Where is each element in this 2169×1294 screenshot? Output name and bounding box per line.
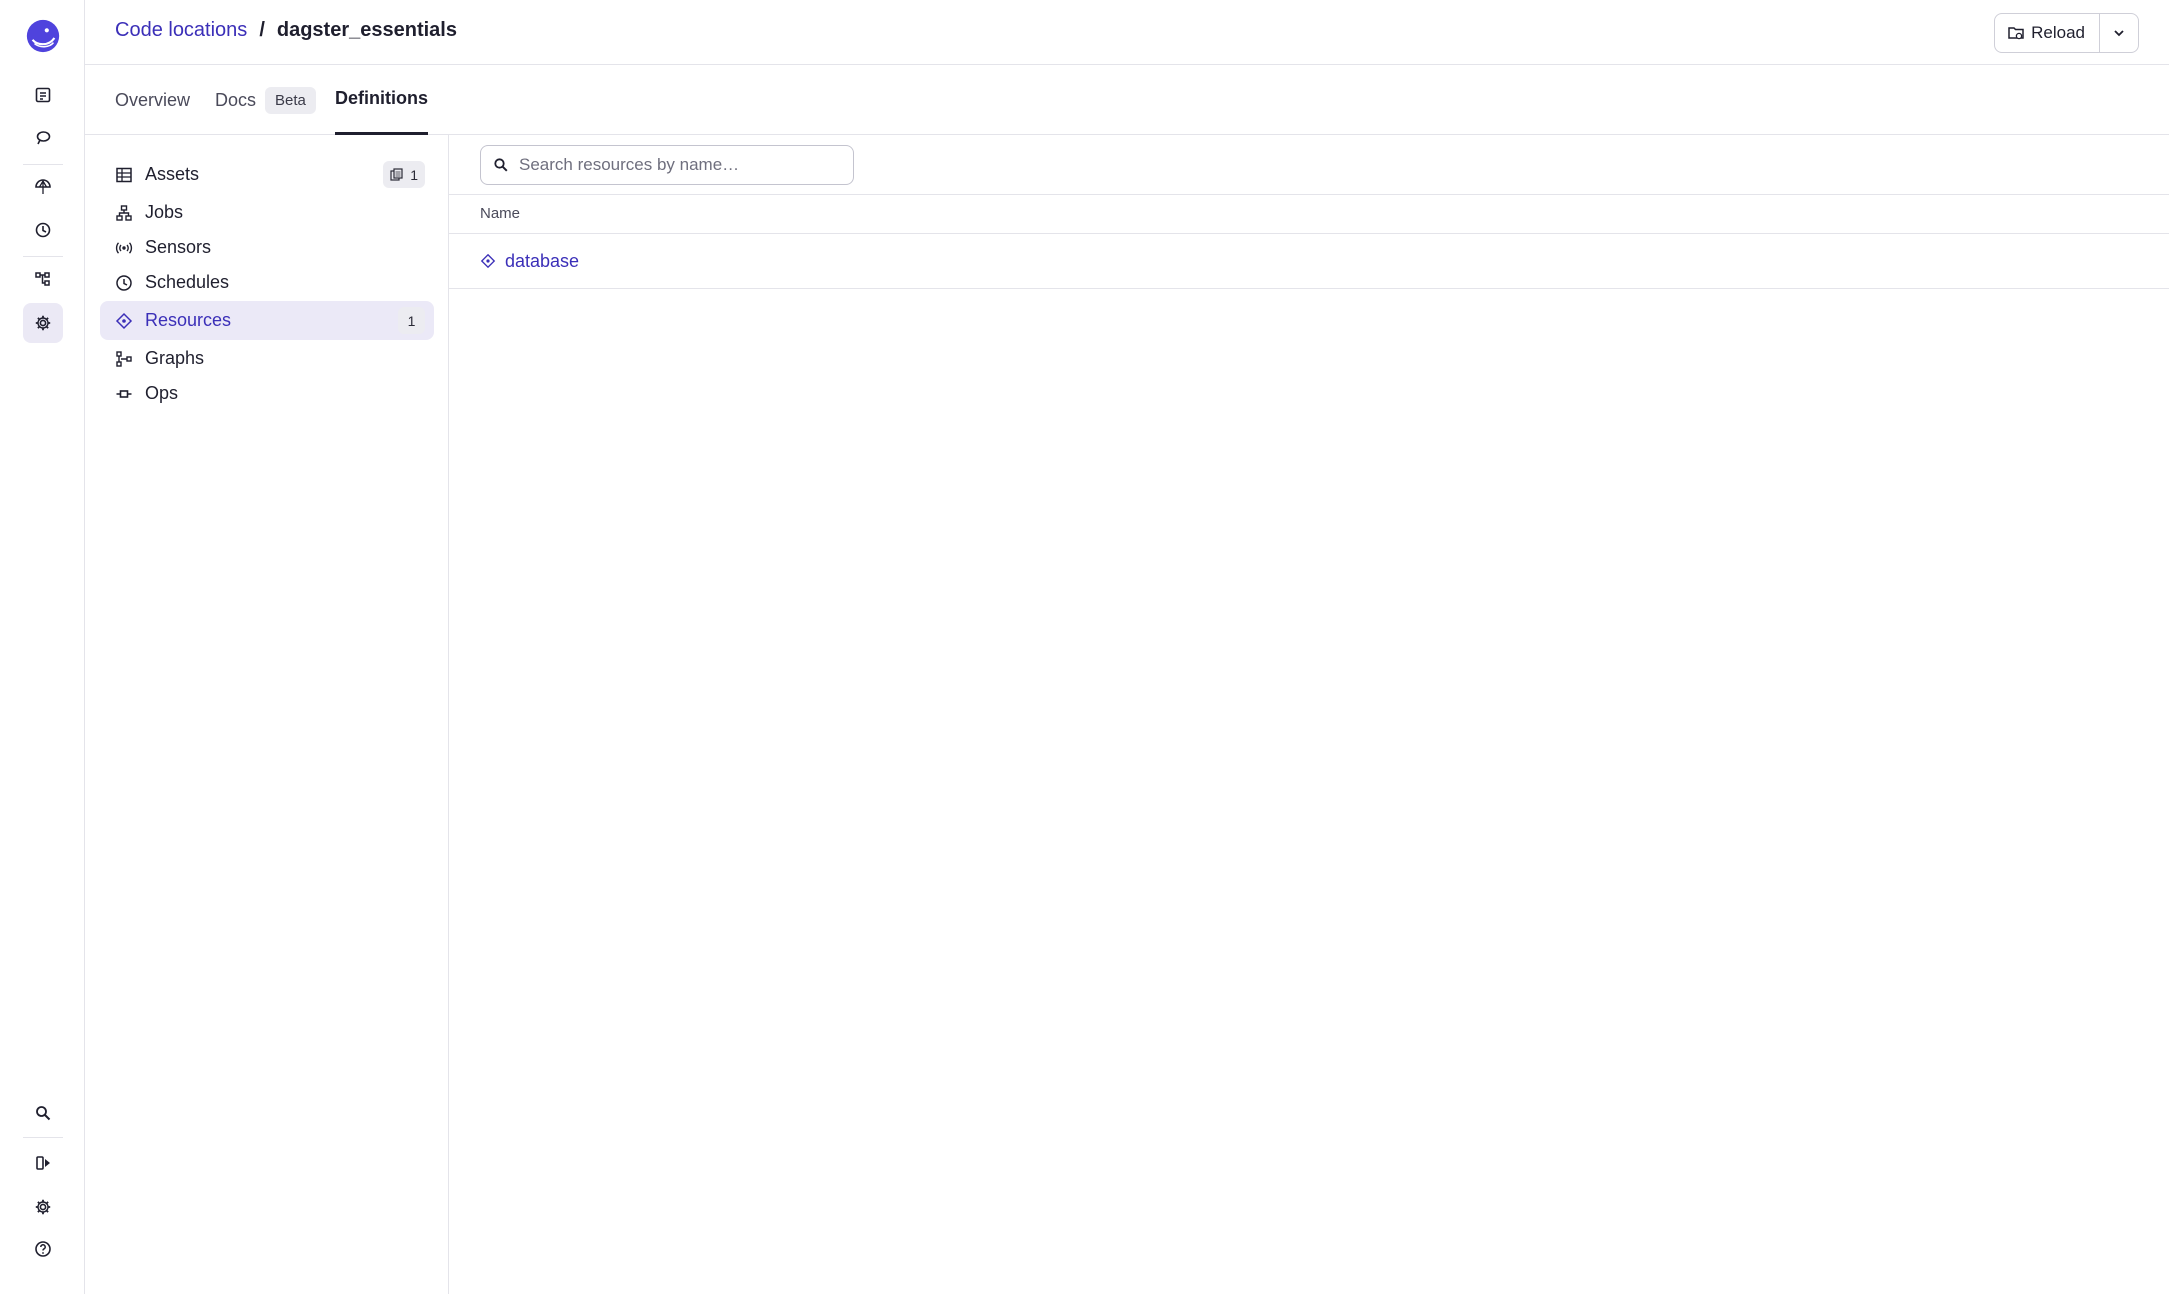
- sidebar-item-label: Schedules: [145, 272, 230, 292]
- sensor-icon: [115, 239, 133, 257]
- sidebar-item-assets[interactable]: Assets 1: [100, 155, 434, 194]
- assets-count-badge: 1: [383, 161, 425, 188]
- settings-gear-icon[interactable]: [23, 1187, 63, 1227]
- search-icon[interactable]: [23, 1093, 63, 1133]
- runs-nav-icon[interactable]: [23, 118, 63, 158]
- table-divider: [449, 194, 2169, 195]
- rail-divider: [23, 164, 63, 165]
- help-icon[interactable]: [23, 1229, 63, 1269]
- sidebar-item-label: Resources: [145, 310, 232, 330]
- clock-icon: [115, 274, 133, 292]
- sidebar-item-label: Assets: [145, 164, 200, 184]
- sidebar-item-label: Sensors: [145, 237, 212, 257]
- breadcrumb-current: dagster_essentials: [276, 19, 457, 41]
- op-icon: [115, 385, 133, 403]
- tab-bar: Overview Docs Beta Definitions: [85, 65, 2169, 135]
- resources-count-badge: 1: [398, 307, 425, 334]
- table-row: database: [449, 234, 2169, 289]
- chevron-down-icon: [2114, 30, 2124, 37]
- search-input[interactable]: [519, 155, 839, 175]
- main-content: Name database: [449, 135, 2169, 1294]
- tab-label: Definitions: [335, 88, 428, 108]
- sidebar-item-schedules[interactable]: Schedules: [100, 263, 434, 302]
- reload-label: Reload: [2031, 23, 2085, 42]
- table-icon: [115, 166, 133, 184]
- sidebar-item-sensors[interactable]: Sensors: [100, 228, 434, 267]
- column-header-name: Name: [480, 205, 521, 222]
- beta-badge: Beta: [265, 86, 316, 114]
- tab-definitions[interactable]: Definitions: [335, 65, 428, 135]
- search-icon: [494, 158, 508, 172]
- tab-label: Overview: [115, 89, 191, 110]
- sidebar-item-label: Graphs: [145, 348, 205, 368]
- resource-icon: [115, 312, 133, 330]
- reload-options-button[interactable]: [2100, 14, 2138, 52]
- breadcrumb: Code locations / dagster_essentials: [115, 19, 457, 42]
- page-header: Code locations / dagster_essentials Relo…: [85, 0, 2169, 65]
- sidebar-item-ops[interactable]: Ops: [100, 374, 434, 413]
- folder-reload-icon: [2008, 27, 2024, 40]
- tab-label: Docs: [215, 89, 257, 110]
- expand-sidebar-icon[interactable]: [23, 1143, 63, 1183]
- tab-overview[interactable]: Overview: [115, 65, 190, 135]
- breadcrumb-code-locations-link[interactable]: Code locations: [115, 19, 247, 42]
- app-root: Code locations / dagster_essentials Relo…: [0, 0, 2169, 1294]
- breadcrumb-separator: /: [259, 19, 265, 41]
- left-rail: [0, 0, 85, 1294]
- deployment-settings-nav-icon[interactable]: [23, 303, 63, 343]
- sidebar-item-jobs[interactable]: Jobs: [100, 193, 434, 232]
- resource-link-database[interactable]: database: [505, 251, 579, 272]
- overview-nav-icon[interactable]: [23, 75, 63, 115]
- sidebar-item-graphs[interactable]: Graphs: [100, 339, 434, 378]
- graph-icon: [115, 350, 133, 368]
- rail-divider: [23, 1137, 63, 1138]
- rail-divider: [23, 256, 63, 257]
- sidebar-item-label: Ops: [145, 383, 179, 403]
- automation-nav-icon[interactable]: [23, 210, 63, 250]
- stack-icon: [390, 167, 403, 181]
- resource-icon: [480, 253, 496, 269]
- reload-button-group: Reload: [1994, 13, 2139, 53]
- sidebar-item-label: Jobs: [145, 202, 184, 222]
- tab-docs[interactable]: Docs Beta: [215, 65, 316, 135]
- search-box: [480, 145, 854, 185]
- count-value: 1: [410, 166, 418, 183]
- job-icon: [115, 204, 133, 222]
- reload-button[interactable]: Reload: [1995, 14, 2100, 52]
- definitions-sidebar: Assets 1 Jobs Sensors Schedules Resource…: [85, 135, 449, 1294]
- sidebar-item-resources[interactable]: Resources 1: [100, 301, 434, 340]
- assets-nav-icon[interactable]: [23, 167, 63, 207]
- lineage-nav-icon[interactable]: [23, 259, 63, 299]
- dagster-logo-icon[interactable]: [24, 17, 62, 55]
